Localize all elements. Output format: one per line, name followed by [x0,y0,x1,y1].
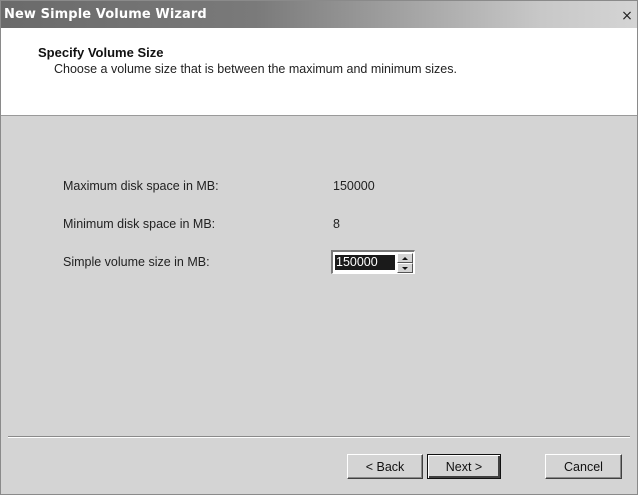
spin-buttons [397,253,413,273]
chevron-up-icon [402,257,408,260]
volume-size-input[interactable] [335,255,395,270]
min-disk-space-label: Minimum disk space in MB: [63,217,216,231]
wizard-window: New Simple Volume Wizard × Specify Volum… [0,0,638,495]
min-disk-space-value: 8 [333,217,340,231]
page-title: Specify Volume Size [38,45,164,60]
window-title: New Simple Volume Wizard [4,7,207,22]
volume-size-label: Simple volume size in MB: [63,255,210,269]
cancel-button[interactable]: Cancel [545,454,622,479]
back-button[interactable]: < Back [347,454,423,479]
max-disk-space-value: 150000 [333,179,375,193]
wizard-body [1,116,637,436]
title-bar[interactable]: New Simple Volume Wizard × [1,1,637,28]
footer-divider-highlight [8,437,630,438]
chevron-down-icon [402,267,408,270]
spin-down-button[interactable] [397,263,413,273]
wizard-header: Specify Volume Size Choose a volume size… [1,28,637,116]
next-button[interactable]: Next > [427,454,501,479]
volume-size-stepper[interactable] [331,250,415,274]
spin-up-button[interactable] [397,253,413,263]
page-subtitle: Choose a volume size that is between the… [54,62,457,76]
close-icon[interactable]: × [620,9,634,23]
max-disk-space-label: Maximum disk space in MB: [63,179,219,193]
